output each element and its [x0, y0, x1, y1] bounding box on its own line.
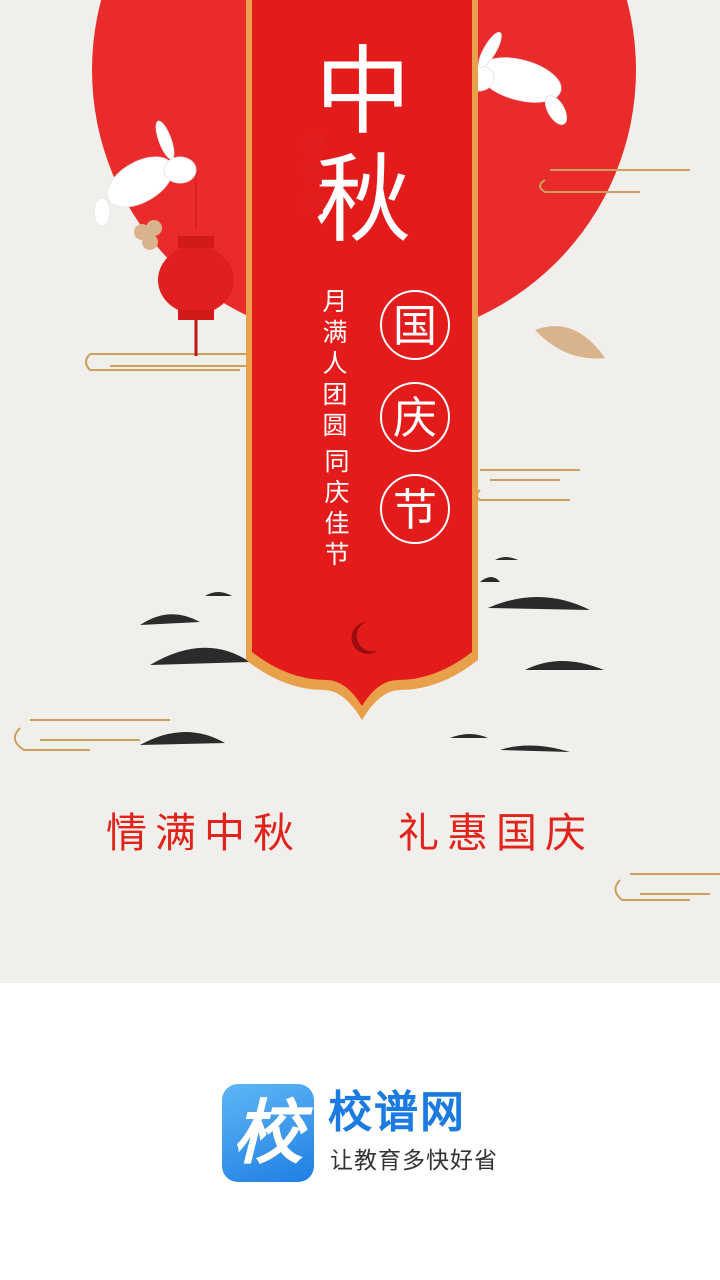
circle-char-qing: 庆: [380, 382, 450, 452]
circle-char-jie: 节: [380, 474, 450, 544]
site-name-vertical: 校谱网: [301, 132, 325, 218]
brand-logo: 校 校谱网 让教育多快好省: [222, 1084, 512, 1184]
slogan-right: 礼惠国庆: [398, 809, 594, 857]
subtitle-left: 月满人团圆: [322, 287, 348, 440]
subtitle-right: 同庆佳节: [324, 447, 350, 569]
brand-name: 校谱网: [328, 1087, 466, 1138]
circle-char-guo: 国: [380, 290, 450, 360]
slogan-left: 情满中秋: [106, 809, 302, 857]
app-icon: 校: [222, 1084, 314, 1182]
app-icon-glyph: 校: [233, 1091, 303, 1174]
splash-poster: 中 秋 校谱网 月满人团圆 同庆佳节 国 庆 节 情满中秋 礼惠国庆: [0, 0, 720, 983]
cloud-lines-left: [13, 353, 270, 751]
brand-tagline: 让教育多快好省: [330, 1148, 498, 1174]
